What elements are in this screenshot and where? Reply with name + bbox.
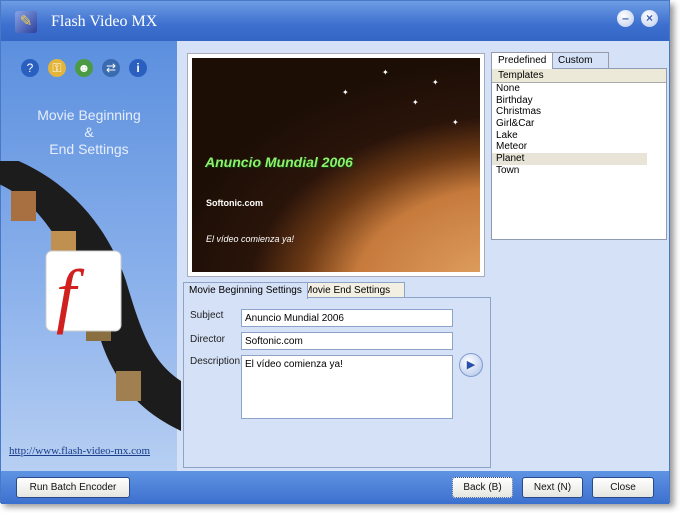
director-label: Director [190, 334, 226, 345]
help-icon[interactable]: ? [21, 59, 39, 77]
list-item[interactable]: Girl&Car [492, 118, 647, 130]
preview-frame: ✦ ✦ ✦ ✦ ✦ Anuncio Mundial 2006 Softonic.com … [187, 53, 485, 277]
subject-label: Subject [190, 310, 224, 321]
description-label: Description: [190, 356, 243, 367]
run-batch-encoder-button[interactable]: Run Batch Encoder [16, 477, 130, 498]
list-item[interactable]: Meteor [492, 141, 647, 153]
minimize-button[interactable]: – [617, 10, 634, 27]
preview-headline: Anuncio Mundial 2006 [205, 154, 353, 170]
templates-list[interactable]: Templates None Birthday Christmas Girl&C… [491, 68, 667, 240]
preview-description: El vídeo comienza ya! [206, 234, 295, 244]
website-link[interactable]: http://www.flash-video-mx.com [9, 445, 150, 457]
director-input[interactable]: Softonic.com [241, 332, 453, 350]
preview-image: ✦ ✦ ✦ ✦ ✦ Anuncio Mundial 2006 Softonic.com … [192, 58, 480, 272]
users-icon[interactable]: ☻ [75, 59, 93, 77]
list-item[interactable]: Town [492, 165, 647, 177]
tab-predefined[interactable]: Predefined [491, 52, 554, 69]
heading-line: End Settings [49, 141, 129, 157]
tab-movie-beginning[interactable]: Movie Beginning Settings [183, 282, 308, 299]
sidebar-heading: Movie Beginning & End Settings [1, 107, 177, 158]
description-textarea[interactable]: El vídeo comienza ya! [241, 355, 453, 419]
list-item[interactable]: Lake [492, 130, 647, 142]
network-icon[interactable]: ⇄ [102, 59, 120, 77]
play-icon: ▶ [466, 359, 476, 371]
close-button[interactable]: Close [592, 477, 654, 498]
back-button[interactable]: Back (B) [452, 477, 513, 498]
window-title: Flash Video MX [51, 13, 158, 30]
preview-subtitle: Softonic.com [206, 198, 264, 208]
heading-line: & [84, 124, 94, 140]
info-icon[interactable]: i [129, 59, 147, 77]
app-window: ✎ Flash Video MX – × ? ⚿ ☻ ⇄ i Movie Beg… [0, 0, 670, 504]
heading-line: Movie Beginning [37, 107, 141, 123]
sidebar: ? ⚿ ☻ ⇄ i Movie Beginning & End Settings… [0, 41, 181, 471]
list-item[interactable]: None [492, 83, 647, 95]
list-item[interactable]: Birthday [492, 95, 647, 107]
templates-column-header[interactable]: Templates [492, 69, 666, 83]
tab-custom[interactable]: Custom [551, 52, 610, 69]
keys-icon[interactable]: ⚿ [48, 59, 66, 77]
list-item-selected[interactable]: Planet [492, 153, 647, 165]
close-window-button[interactable]: × [641, 10, 658, 27]
play-preview-button[interactable]: ▶ [459, 353, 483, 377]
app-logo-icon: ✎ [15, 11, 37, 33]
film-strip-flash-logo: f [0, 161, 181, 431]
templates-panel: Predefined Custom Templates None Birthda… [491, 52, 667, 240]
title-bar: ✎ Flash Video MX – × [1, 1, 669, 41]
next-button[interactable]: Next (N) [522, 477, 583, 498]
subject-input[interactable]: Anuncio Mundial 2006 [241, 309, 453, 327]
tab-movie-end[interactable]: Movie End Settings [298, 282, 406, 298]
list-item[interactable]: Christmas [492, 106, 647, 118]
